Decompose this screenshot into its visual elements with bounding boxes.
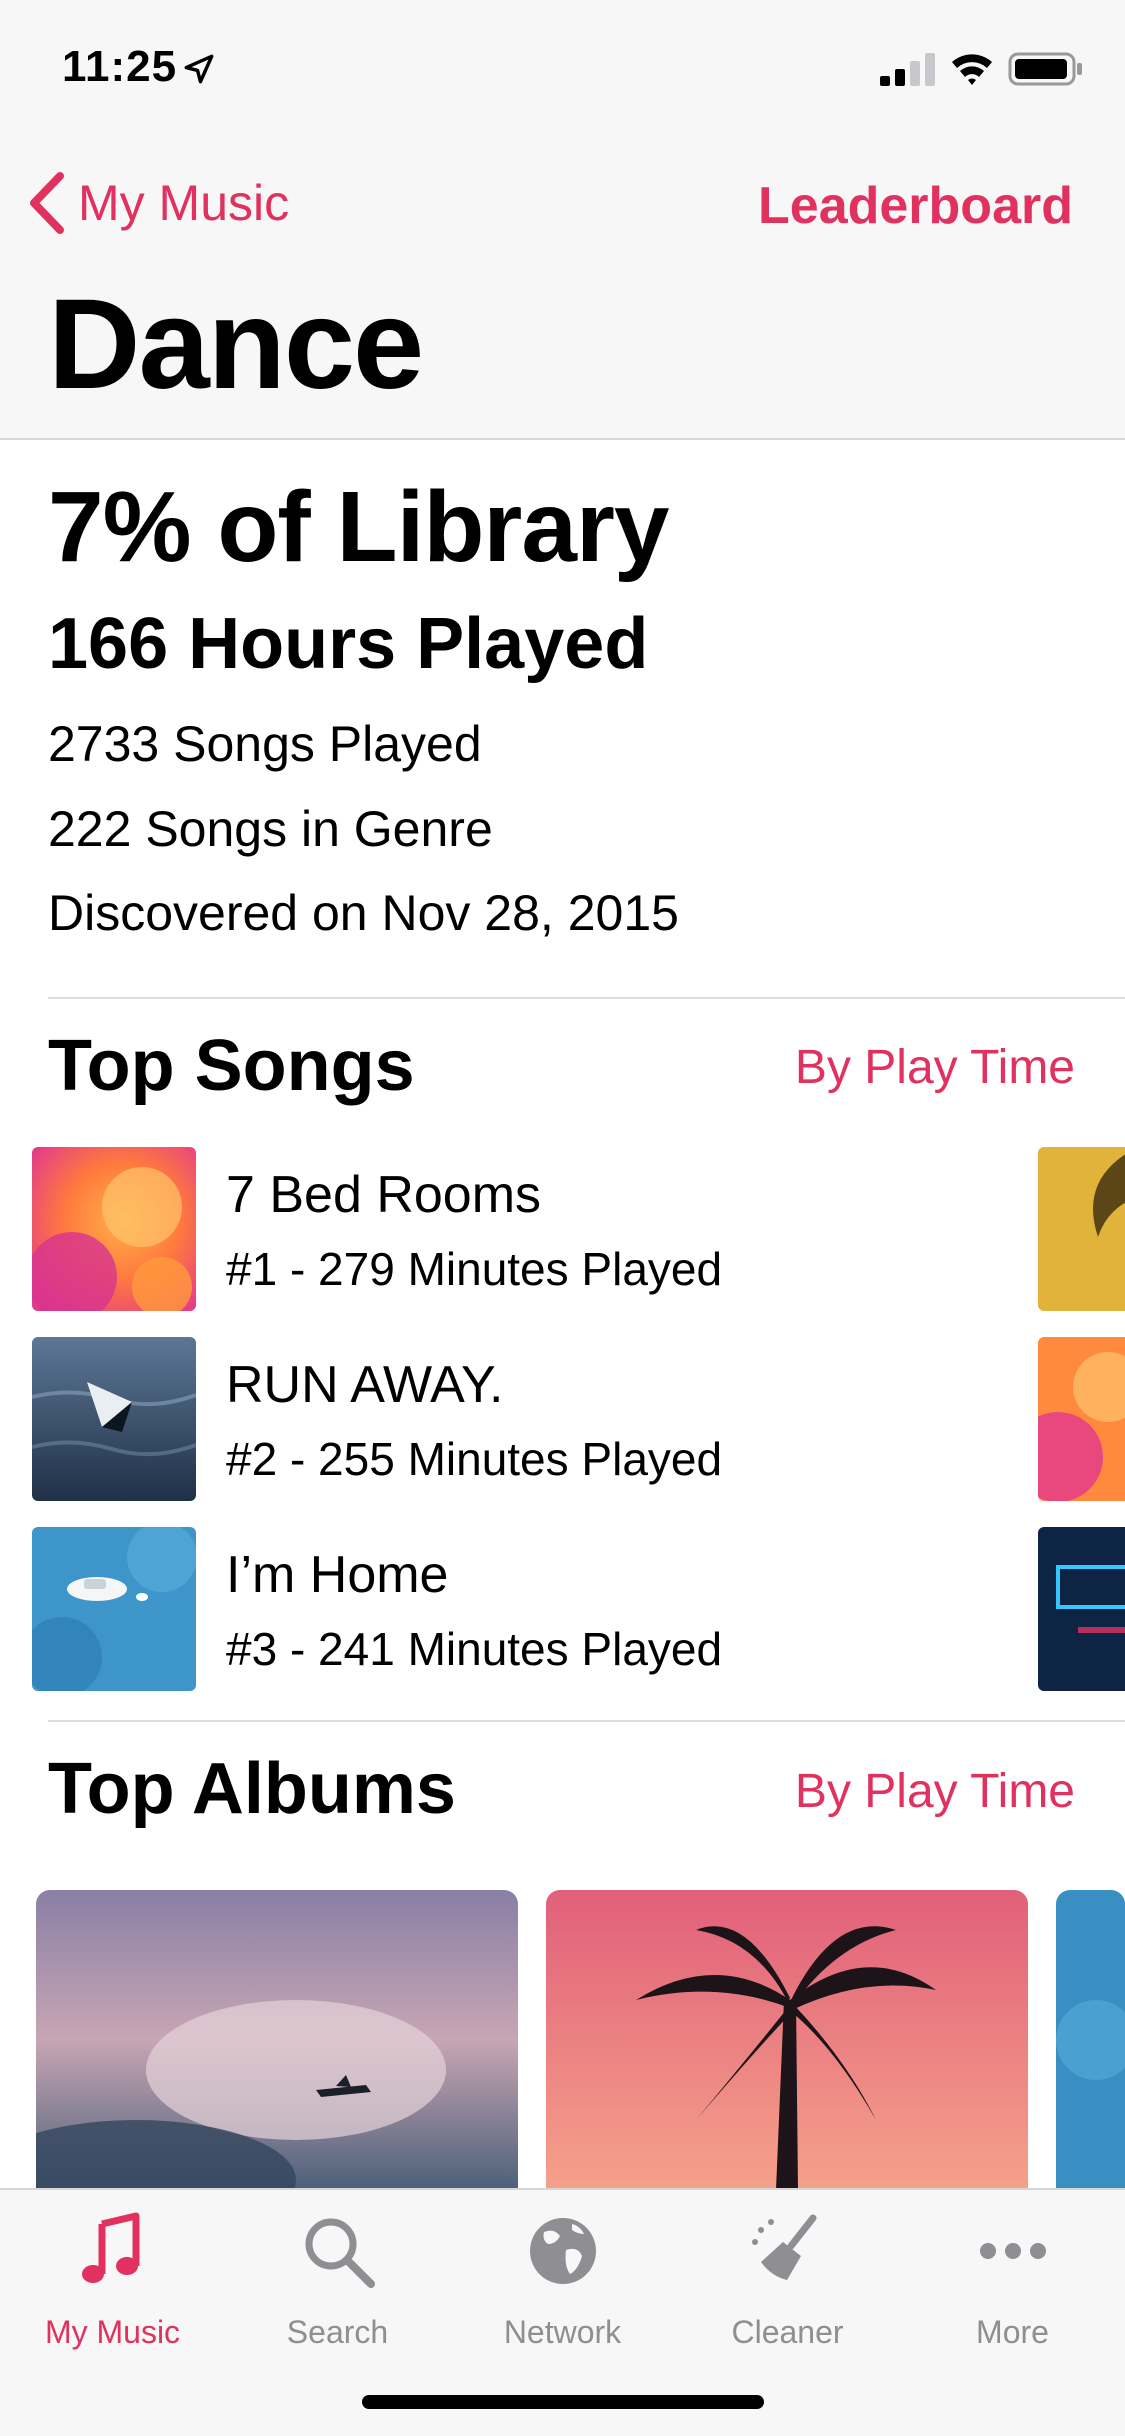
song-row[interactable]: I’m Home #3 - 241 Minutes Played bbox=[32, 1527, 1032, 1692]
tab-label: More bbox=[976, 2314, 1049, 2350]
songs-played-stat: 2733 Songs Played bbox=[48, 716, 482, 772]
album-card[interactable] bbox=[1056, 1890, 1125, 2190]
home-indicator bbox=[362, 2395, 764, 2409]
back-button[interactable]: My Music bbox=[24, 168, 289, 238]
songs-in-genre-stat: 222 Songs in Genre bbox=[48, 801, 493, 857]
library-share-stat: 7% of Library bbox=[48, 471, 669, 583]
tab-network[interactable]: Network bbox=[450, 2210, 675, 2370]
broom-icon bbox=[751, 2214, 816, 2280]
search-icon bbox=[305, 2218, 375, 2288]
tab-more[interactable]: More bbox=[900, 2210, 1125, 2370]
tab-label: Network bbox=[503, 2314, 622, 2350]
song-title: I’m Home bbox=[226, 1546, 449, 1604]
hours-played-stat: 166 Hours Played bbox=[48, 604, 649, 684]
tab-search[interactable]: Search bbox=[225, 2210, 450, 2370]
song-play-stats: #3 - 241 Minutes Played bbox=[226, 1623, 723, 1675]
next-column-artwork[interactable] bbox=[1038, 1527, 1125, 1691]
top-albums-title: Top Albums bbox=[48, 1749, 456, 1829]
status-bar: 11:25 bbox=[0, 0, 1125, 135]
album-artwork bbox=[32, 1147, 196, 1311]
song-play-stats: #1 - 279 Minutes Played bbox=[226, 1243, 723, 1295]
song-play-stats: #2 - 255 Minutes Played bbox=[226, 1433, 723, 1485]
navigation-header: My Music Leaderboard Dance bbox=[0, 135, 1125, 440]
status-time: 11:25 bbox=[62, 42, 178, 91]
page-title: Dance bbox=[48, 273, 424, 416]
more-icon bbox=[979, 2243, 1046, 2259]
battery-icon bbox=[1008, 52, 1082, 86]
cellular-signal-icon bbox=[880, 53, 935, 86]
tab-label: Search bbox=[286, 2314, 389, 2350]
tab-cleaner[interactable]: Cleaner bbox=[675, 2210, 900, 2370]
album-artwork bbox=[32, 1337, 196, 1501]
tab-my-music[interactable]: My Music bbox=[0, 2210, 225, 2370]
next-column-artwork[interactable] bbox=[1038, 1147, 1125, 1311]
album-artwork bbox=[32, 1527, 196, 1691]
section-divider bbox=[48, 997, 1125, 999]
top-albums-sort-button[interactable]: By Play Time bbox=[795, 1764, 1075, 1819]
tab-label: Cleaner bbox=[731, 2314, 844, 2350]
song-row[interactable]: 7 Bed Rooms #1 - 279 Minutes Played bbox=[32, 1147, 1032, 1312]
next-column-artwork[interactable] bbox=[1038, 1337, 1125, 1501]
leaderboard-button[interactable]: Leaderboard bbox=[758, 171, 1073, 241]
album-card[interactable] bbox=[36, 1890, 518, 2190]
location-arrow-icon bbox=[184, 54, 214, 84]
wifi-icon bbox=[952, 54, 992, 85]
top-songs-title: Top Songs bbox=[48, 1026, 415, 1106]
back-button-label: My Music bbox=[78, 175, 290, 231]
section-divider bbox=[48, 1720, 1125, 1722]
globe-icon bbox=[529, 2218, 596, 2284]
song-title: 7 Bed Rooms bbox=[226, 1166, 542, 1224]
song-row[interactable]: RUN AWAY. #2 - 255 Minutes Played bbox=[32, 1337, 1032, 1502]
top-songs-sort-button[interactable]: By Play Time bbox=[795, 1040, 1075, 1095]
discovered-date-stat: Discovered on Nov 28, 2015 bbox=[48, 885, 679, 941]
tab-label: My Music bbox=[44, 2314, 181, 2350]
song-title: RUN AWAY. bbox=[226, 1356, 504, 1414]
music-note-icon bbox=[81, 2212, 139, 2283]
album-card[interactable] bbox=[546, 1890, 1028, 2190]
chevron-left-icon bbox=[30, 172, 64, 234]
